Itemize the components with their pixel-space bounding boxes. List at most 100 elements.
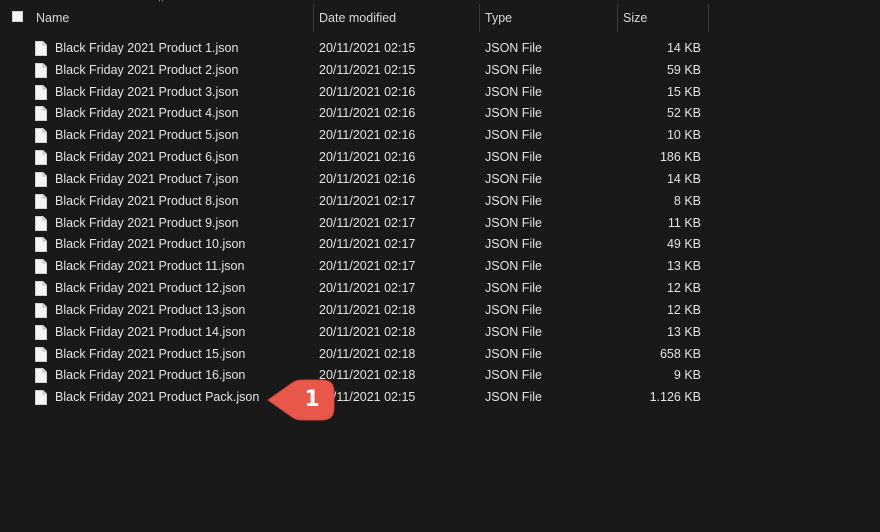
file-date-modified: 20/11/2021 02:17	[319, 281, 416, 296]
file-size: 658 KB	[659, 346, 701, 361]
file-row[interactable]: Black Friday 2021 Product Pack.json 20/1…	[0, 387, 880, 409]
file-type: JSON File	[485, 193, 542, 208]
file-icon	[35, 324, 47, 340]
file-size: 10 KB	[666, 128, 701, 143]
file-date-modified: 20/11/2021 02:18	[319, 324, 416, 339]
file-name: Black Friday 2021 Product 11.json	[55, 259, 245, 274]
file-icon	[35, 302, 47, 318]
file-date-modified: 20/11/2021 02:17	[319, 237, 416, 252]
file-size: 9 KB	[673, 368, 701, 383]
file-size: 15 KB	[666, 84, 701, 99]
file-name: Black Friday 2021 Product 16.json	[55, 368, 246, 383]
file-icon	[35, 281, 47, 297]
file-icon	[35, 106, 47, 122]
file-row[interactable]: Black Friday 2021 Product 3.json 20/11/2…	[0, 82, 880, 104]
file-name: Black Friday 2021 Product 8.json	[55, 193, 239, 208]
file-size: 14 KB	[666, 171, 701, 186]
file-row[interactable]: Black Friday 2021 Product 1.json 20/11/2…	[0, 38, 880, 60]
file-date-modified: 20/11/2021 02:16	[319, 128, 416, 143]
file-row[interactable]: Black Friday 2021 Product 10.json 20/11/…	[0, 234, 880, 256]
file-icon	[35, 346, 47, 362]
file-date-modified: 20/11/2021 02:15	[319, 41, 416, 55]
file-row[interactable]: Black Friday 2021 Product 5.json 20/11/2…	[0, 125, 880, 147]
file-type: JSON File	[485, 41, 542, 55]
file-icon	[35, 368, 47, 384]
file-size: 13 KB	[666, 324, 701, 339]
file-size: 14 KB	[666, 41, 701, 55]
file-icon	[35, 62, 47, 78]
file-size: 59 KB	[666, 62, 701, 77]
file-size: 11 KB	[667, 215, 701, 230]
file-name: Black Friday 2021 Product 14.json	[55, 324, 246, 339]
column-header-type[interactable]: Type	[479, 0, 617, 36]
file-row[interactable]: Black Friday 2021 Product 15.json 20/11/…	[0, 344, 880, 366]
column-divider[interactable]	[708, 4, 709, 32]
file-row[interactable]: Black Friday 2021 Product 7.json 20/11/2…	[0, 169, 880, 191]
file-size: 49 KB	[666, 237, 701, 252]
file-name: Black Friday 2021 Product 12.json	[55, 281, 246, 296]
file-type: JSON File	[485, 106, 542, 121]
file-row[interactable]: Black Friday 2021 Product 13.json 20/11/…	[0, 300, 880, 322]
file-explorer: ^ Name Date modified Type Size Black Fri…	[0, 0, 880, 532]
file-date-modified: 20/11/2021 02:17	[319, 193, 416, 208]
file-row[interactable]: Black Friday 2021 Product 8.json 20/11/2…	[0, 191, 880, 213]
column-header-name[interactable]: Name	[30, 0, 313, 36]
file-icon	[35, 150, 47, 166]
file-date-modified: 20/11/2021 02:18	[319, 346, 416, 361]
file-icon	[35, 41, 47, 56]
file-type: JSON File	[485, 62, 542, 77]
file-name: Black Friday 2021 Product 10.json	[55, 237, 246, 252]
file-date-modified: 20/11/2021 02:16	[319, 84, 416, 99]
file-type: JSON File	[485, 128, 542, 143]
file-size: 52 KB	[666, 106, 701, 121]
file-icon	[35, 193, 47, 209]
file-name: Black Friday 2021 Product 13.json	[55, 302, 246, 317]
select-all-checkbox[interactable]	[12, 11, 23, 22]
file-date-modified: 20/11/2021 02:17	[319, 215, 416, 230]
file-name: Black Friday 2021 Product Pack.json	[55, 390, 260, 405]
file-icon	[35, 237, 47, 253]
file-row[interactable]: Black Friday 2021 Product 9.json 20/11/2…	[0, 213, 880, 235]
file-row[interactable]: Black Friday 2021 Product 14.json 20/11/…	[0, 322, 880, 344]
file-row[interactable]: Black Friday 2021 Product 16.json 20/11/…	[0, 365, 880, 387]
file-date-modified: 20/11/2021 02:18	[319, 302, 416, 317]
file-size: 8 KB	[673, 193, 701, 208]
file-type: JSON File	[485, 324, 542, 339]
file-date-modified: 20/11/2021 02:16	[319, 171, 416, 186]
file-row[interactable]: Black Friday 2021 Product 6.json 20/11/2…	[0, 147, 880, 169]
file-type: JSON File	[485, 259, 542, 274]
file-list: Black Friday 2021 Product 1.json 20/11/2…	[0, 38, 880, 409]
file-icon	[35, 128, 47, 144]
column-header-date-modified[interactable]: Date modified	[313, 0, 479, 36]
file-type: JSON File	[485, 215, 542, 230]
file-date-modified: 20/11/2021 02:16	[319, 106, 416, 121]
file-icon	[35, 171, 47, 187]
file-icon	[35, 215, 47, 231]
file-row[interactable]: Black Friday 2021 Product 2.json 20/11/2…	[0, 60, 880, 82]
file-name: Black Friday 2021 Product 9.json	[55, 215, 239, 230]
file-date-modified: 20/11/2021 02:17	[319, 259, 416, 274]
file-name: Black Friday 2021 Product 2.json	[55, 62, 239, 77]
file-row[interactable]: Black Friday 2021 Product 12.json 20/11/…	[0, 278, 880, 300]
file-type: JSON File	[485, 84, 542, 99]
file-size: 1.126 KB	[649, 390, 701, 405]
file-type: JSON File	[485, 150, 542, 165]
file-date-modified: 20/11/2021 02:16	[319, 150, 416, 165]
file-type: JSON File	[485, 390, 542, 405]
file-size: 12 KB	[666, 281, 701, 296]
column-header: ^ Name Date modified Type Size	[0, 0, 880, 36]
file-name: Black Friday 2021 Product 3.json	[55, 84, 239, 99]
file-row[interactable]: Black Friday 2021 Product 11.json 20/11/…	[0, 256, 880, 278]
file-type: JSON File	[485, 346, 542, 361]
file-name: Black Friday 2021 Product 6.json	[55, 150, 239, 165]
file-type: JSON File	[485, 281, 542, 296]
file-name: Black Friday 2021 Product 5.json	[55, 128, 239, 143]
column-header-size[interactable]: Size	[617, 0, 709, 36]
file-size: 13 KB	[666, 259, 701, 274]
file-icon	[35, 84, 47, 100]
file-name: Black Friday 2021 Product 15.json	[55, 346, 246, 361]
file-row[interactable]: Black Friday 2021 Product 4.json 20/11/2…	[0, 103, 880, 125]
file-type: JSON File	[485, 368, 542, 383]
file-icon	[35, 390, 47, 406]
file-date-modified: 20/11/2021 02:15	[319, 62, 416, 77]
